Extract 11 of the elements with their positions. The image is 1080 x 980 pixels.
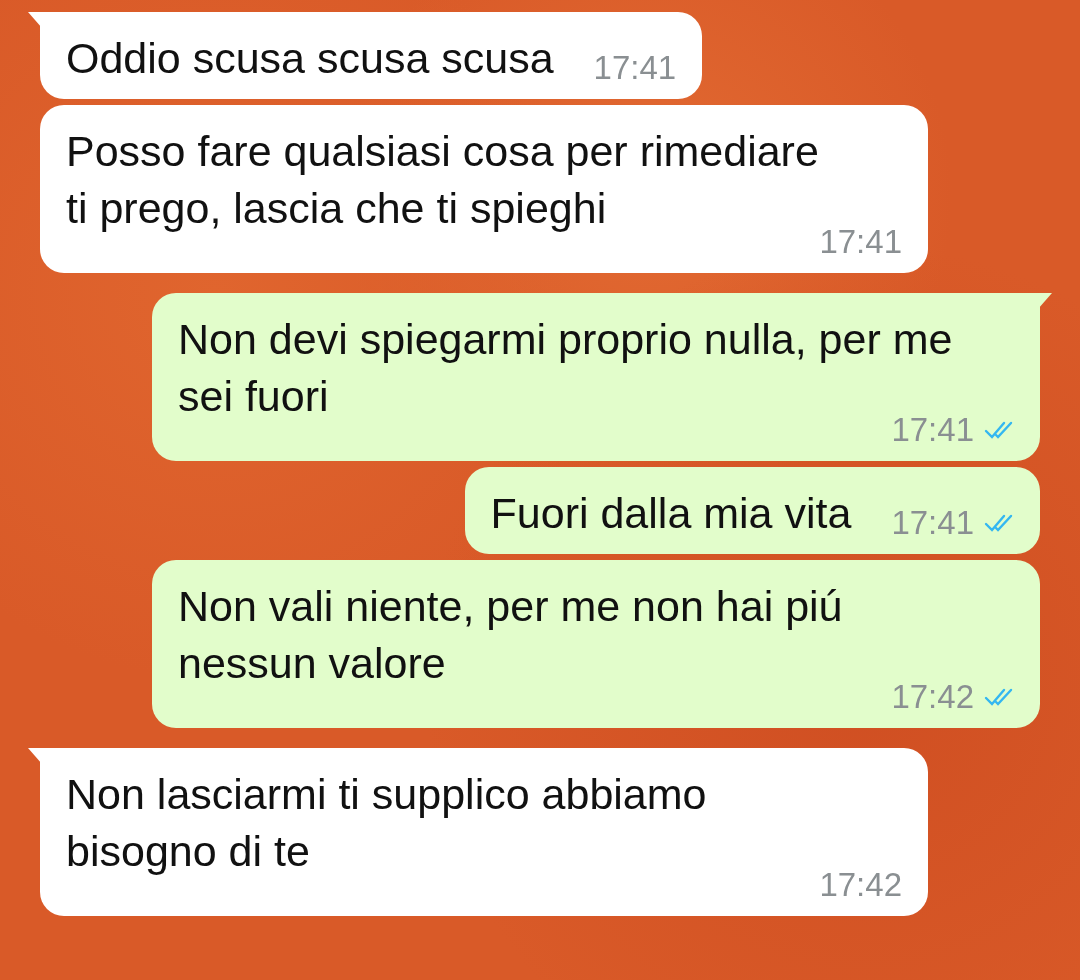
message-text: Non vali niente, per me non hai piú nessun valore	[178, 581, 844, 689]
message-time: 17:42	[891, 678, 974, 716]
message-time: 17:41	[891, 411, 974, 449]
message-time: 17:41	[819, 223, 902, 261]
message-text: Oddio scusa scusa scusa	[66, 33, 554, 84]
message-time: 17:41	[891, 504, 974, 542]
message-time: 17:42	[819, 866, 902, 904]
message-text: Non lasciarmi ti supplico abbiamo bisogno di te	[66, 769, 708, 877]
message-text: Posso fare qualsiasi cosa per rimediare ti prego, lascia che ti spieghi	[66, 126, 820, 234]
message-text: Fuori dalla mia vita	[490, 488, 852, 539]
message-time: 17:41	[593, 49, 677, 87]
